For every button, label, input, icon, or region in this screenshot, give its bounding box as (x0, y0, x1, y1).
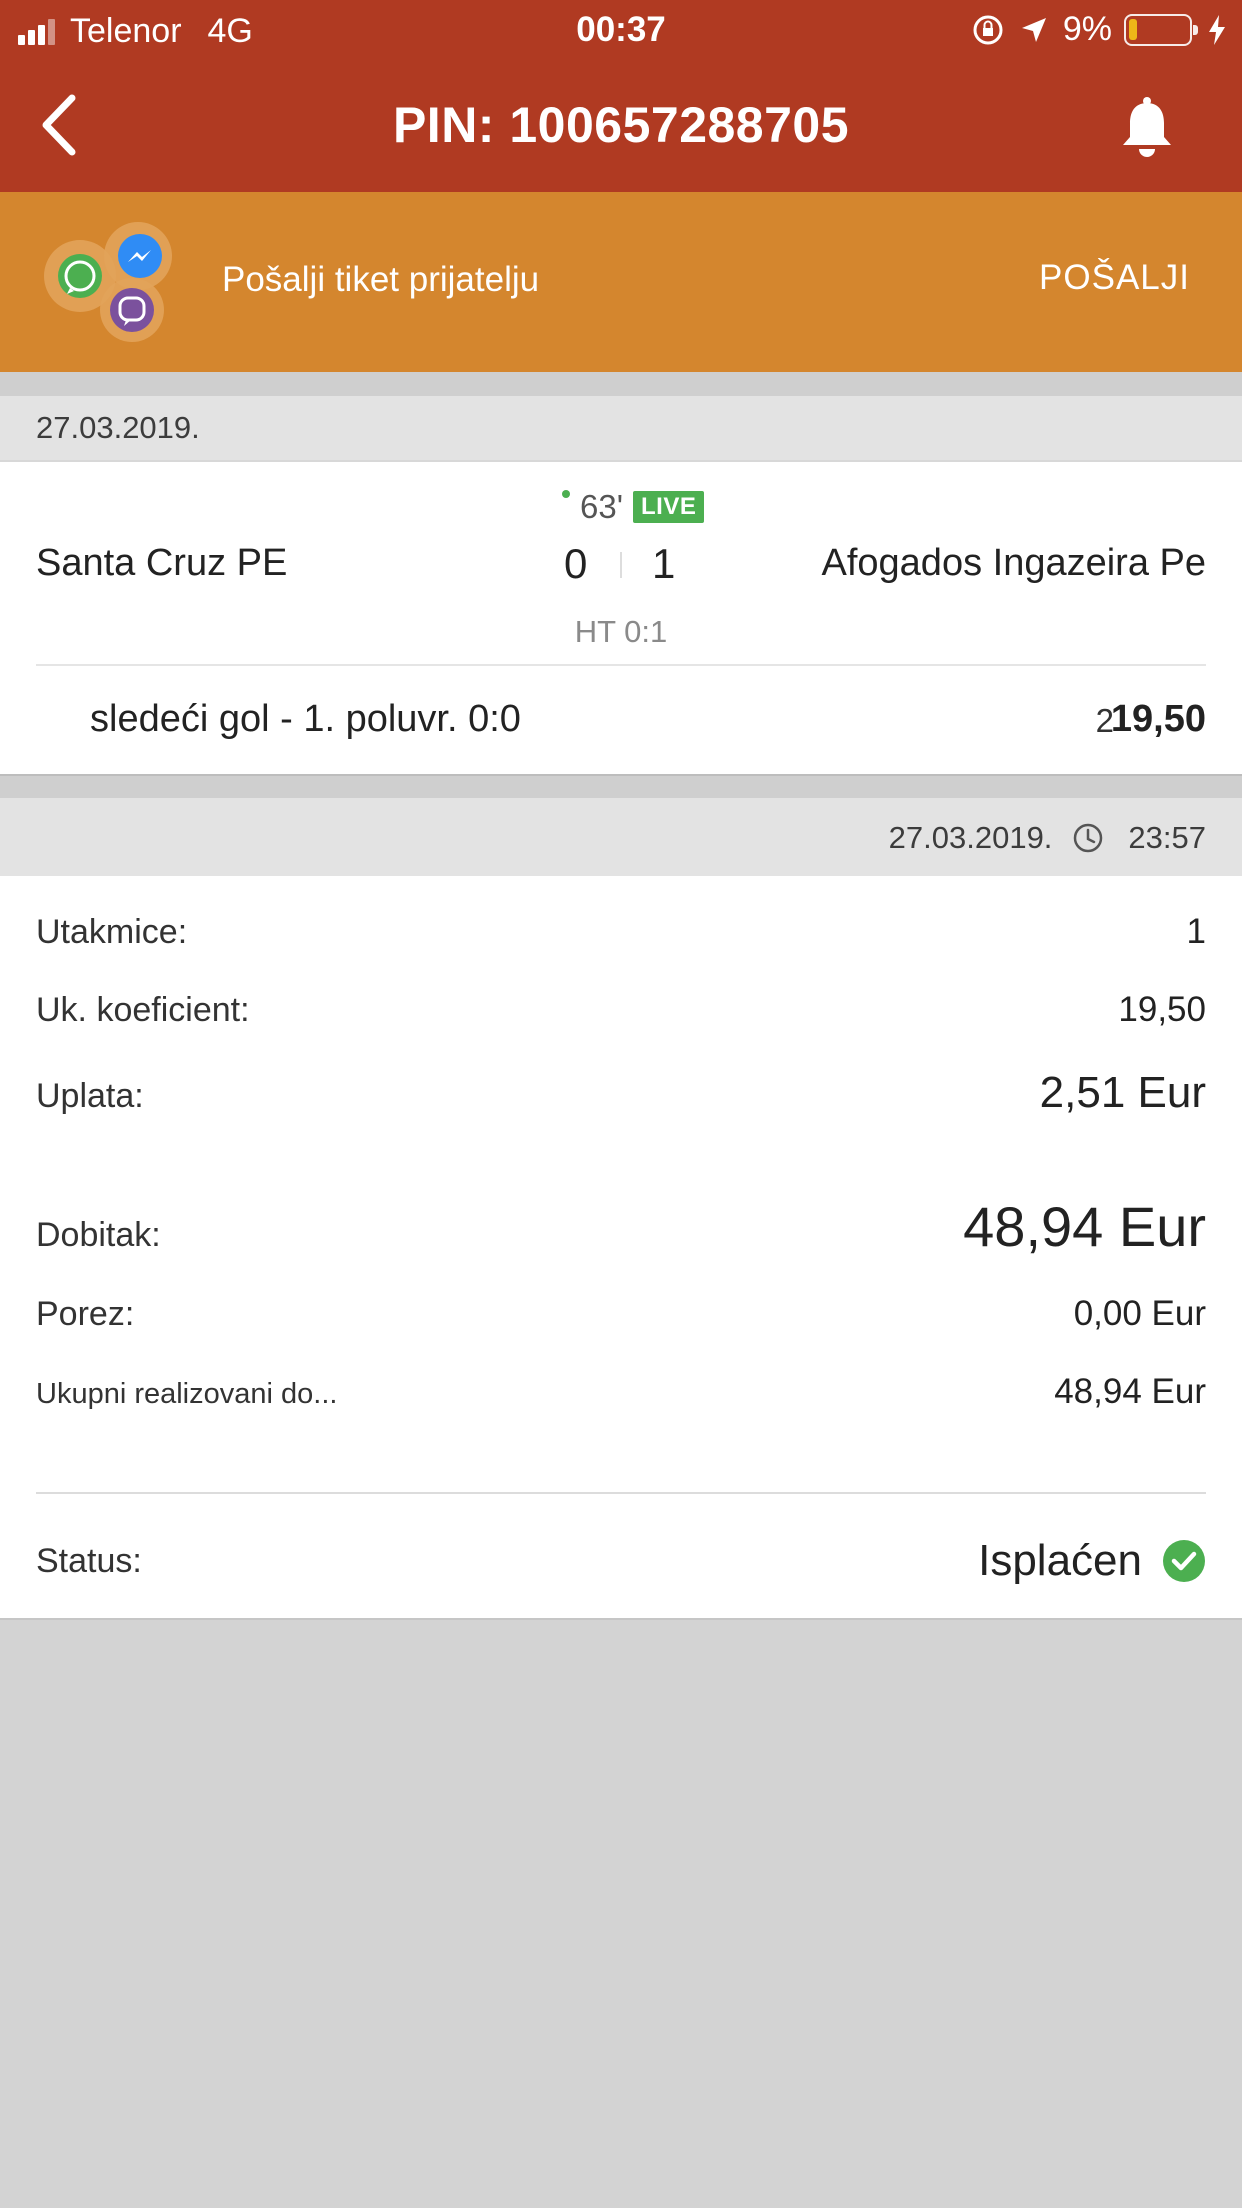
ticket-time-header: 27.03.2019. 23:57 (0, 798, 1242, 876)
battery-percent: 9% (1062, 10, 1112, 48)
status-bar: Telenor 4G 00:37 9% (0, 0, 1242, 62)
location-arrow-icon (1021, 17, 1046, 42)
summary-row-stake: Uplata: 2,51 Eur (36, 1068, 1206, 1118)
check-circle-icon (1163, 1540, 1205, 1582)
live-badge: LIVE (633, 491, 705, 523)
bet-odd: 19,50 (1110, 698, 1206, 740)
tax-value: 0,00 Eur (1073, 1294, 1206, 1333)
divider (36, 1492, 1206, 1494)
page-title: PIN: 100657288705 (392, 97, 850, 153)
stake-value: 2,51 Eur (1039, 1068, 1206, 1117)
away-score: 1 (652, 540, 676, 587)
match-minute-text: 63' (580, 488, 624, 525)
matches-value: 1 (1186, 912, 1206, 951)
share-text: Pošalji tiket prijatelju (222, 260, 540, 299)
placed-time: 23:57 (1128, 820, 1206, 855)
section-gap (0, 372, 1242, 396)
total-odds-label: Uk. koeficient: (36, 991, 250, 1029)
share-apps-cluster (40, 214, 180, 344)
status-value-wrap: Isplaćen (978, 1536, 1206, 1586)
match-card[interactable]: 63' LIVE Santa Cruz PE 0 1 Afogados Inga… (0, 462, 1242, 774)
realized-label: Ukupni realizovani do... (36, 1378, 338, 1410)
messenger-icon (118, 234, 162, 278)
rotation-lock-icon (973, 15, 1003, 44)
viber-icon (110, 288, 154, 332)
ticket-date: 27.03.2019. (36, 410, 200, 445)
section-gap (0, 774, 1242, 798)
share-button[interactable]: POŠALJI (1039, 258, 1190, 298)
notifications-button[interactable] (1112, 92, 1182, 162)
half-time-score: HT 0:1 (574, 614, 668, 649)
stake-label: Uplata: (36, 1077, 144, 1115)
summary-row-tax: Porez: 0,00 Eur (36, 1294, 1206, 1334)
status-label: Status: (36, 1541, 142, 1580)
charging-bolt-icon (1209, 14, 1225, 45)
matches-label: Utakmice: (36, 913, 188, 951)
nav-bar: PIN: 100657288705 (0, 62, 1242, 192)
match-minute: 63' LIVE (562, 488, 705, 526)
summary-row-win: Dobitak: 48,94 Eur (36, 1194, 1206, 1259)
away-team: Afogados Ingazeira Pe (821, 542, 1207, 584)
summary-row-odds: Uk. koeficient: 19,50 (36, 990, 1206, 1030)
summary-row-realized: Ukupni realizovani do... 48,94 Eur (36, 1372, 1206, 1412)
win-value: 48,94 Eur (963, 1195, 1206, 1258)
tax-label: Porez: (36, 1295, 135, 1333)
whatsapp-icon (58, 254, 102, 298)
bet-type: sledeći gol - 1. poluvr. 0:0 (90, 698, 521, 740)
total-odds-value: 19,50 (1118, 990, 1206, 1029)
status-value: Isplaćen (978, 1536, 1142, 1585)
score-separator (620, 552, 622, 578)
placed-date: 27.03.2019. (888, 820, 1053, 855)
win-label: Dobitak: (36, 1216, 161, 1254)
home-team: Santa Cruz PE (36, 542, 288, 584)
share-banner: Pošalji tiket prijatelju POŠALJI (0, 192, 1242, 372)
divider (36, 664, 1206, 666)
ticket-date-header: 27.03.2019. (0, 396, 1242, 462)
status-bar-right: 9% (971, 10, 1228, 49)
clock-icon (1074, 823, 1103, 853)
battery-icon (1124, 13, 1198, 46)
summary-row-matches: Utakmice: 1 (36, 912, 1206, 952)
summary-row-status: Status: Isplaćen (36, 1536, 1206, 1586)
realized-value: 48,94 Eur (1054, 1372, 1206, 1411)
bell-icon (1123, 97, 1171, 157)
ticket-summary: Utakmice: 1 Uk. koeficient: 19,50 Uplata… (0, 876, 1242, 1620)
home-score: 0 (564, 540, 588, 587)
live-dot (562, 490, 570, 498)
